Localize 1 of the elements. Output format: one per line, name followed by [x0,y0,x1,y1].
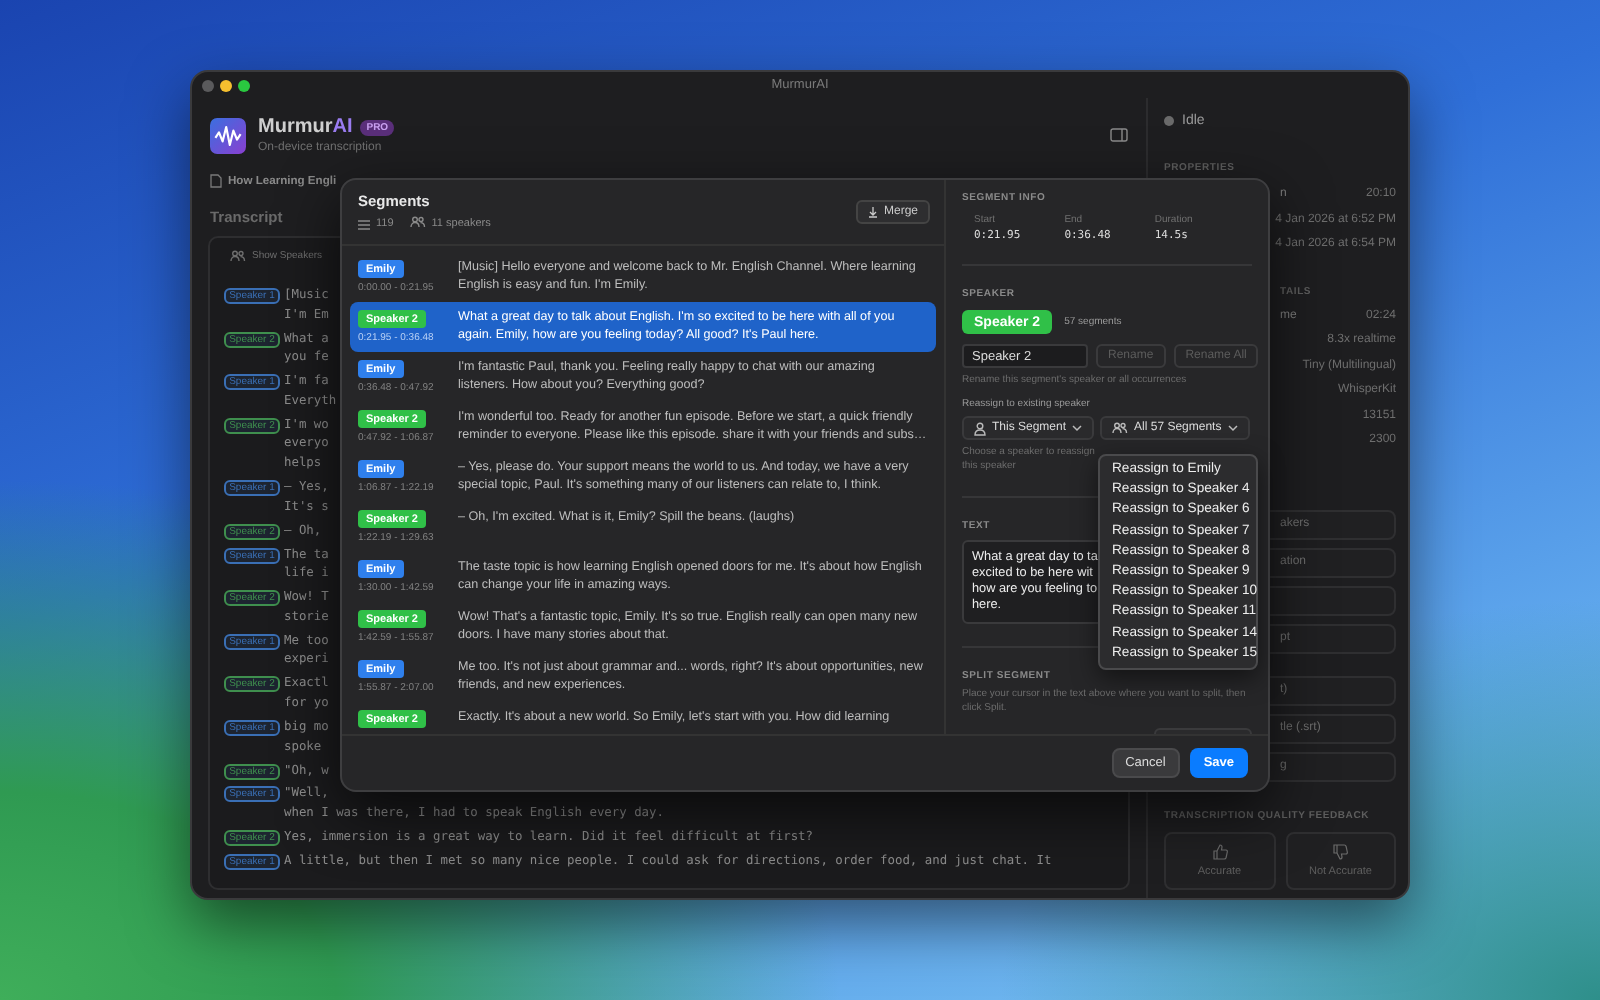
app-name: MurmurAI [258,116,353,138]
